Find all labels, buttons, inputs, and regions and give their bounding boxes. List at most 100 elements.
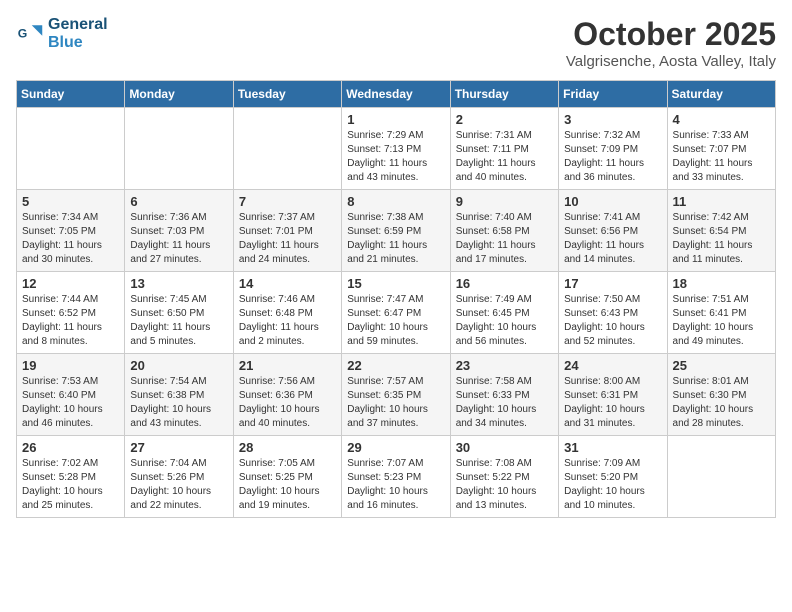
day-info: Sunrise: 7:49 AM Sunset: 6:45 PM Dayligh… — [456, 293, 553, 349]
day-info: Sunrise: 7:08 AM Sunset: 5:22 PM Dayligh… — [456, 457, 553, 513]
calendar-table: Sunday Monday Tuesday Wednesday Thursday… — [16, 80, 776, 518]
day-info: Sunrise: 7:33 AM Sunset: 7:07 PM Dayligh… — [673, 129, 770, 185]
calendar-cell: 23 Sunrise: 7:58 AM Sunset: 6:33 PM Dayli… — [450, 354, 558, 436]
day-info: Sunrise: 7:36 AM Sunset: 7:03 PM Dayligh… — [130, 211, 227, 267]
calendar-cell: 10 Sunrise: 7:41 AM Sunset: 6:56 PM Dayli… — [559, 190, 667, 272]
day-info: Sunrise: 7:50 AM Sunset: 6:43 PM Dayligh… — [564, 293, 661, 349]
calendar-week-3: 12Sunrise: 7:44 AM Sunset: 6:52 PM Dayli… — [17, 272, 776, 354]
calendar-cell: 17 Sunrise: 7:50 AM Sunset: 6:43 PM Dayli… — [559, 272, 667, 354]
calendar-cell — [125, 108, 233, 190]
day-number: 11 — [673, 194, 770, 209]
calendar-cell: 9 Sunrise: 7:40 AM Sunset: 6:58 PM Daylig… — [450, 190, 558, 272]
day-info: Sunrise: 7:04 AM Sunset: 5:26 PM Dayligh… — [130, 457, 227, 513]
calendar-cell: 14Sunrise: 7:46 AM Sunset: 6:48 PM Dayli… — [233, 272, 341, 354]
calendar-week-2: 5 Sunrise: 7:34 AM Sunset: 7:05 PM Daylig… — [17, 190, 776, 272]
day-number: 6 — [130, 194, 227, 209]
calendar-cell: 1 Sunrise: 7:29 AM Sunset: 7:13 PM Daylig… — [342, 108, 450, 190]
day-info: Sunrise: 7:31 AM Sunset: 7:11 PM Dayligh… — [456, 129, 553, 185]
page-header: G General Blue October 2025 Valgrisenche… — [16, 16, 776, 70]
day-number: 25 — [673, 358, 770, 373]
day-number: 22 — [347, 358, 444, 373]
logo-blue: Blue — [48, 34, 108, 52]
day-info: Sunrise: 7:09 AM Sunset: 5:20 PM Dayligh… — [564, 457, 661, 513]
day-info: Sunrise: 7:07 AM Sunset: 5:23 PM Dayligh… — [347, 457, 444, 513]
calendar-week-1: 1 Sunrise: 7:29 AM Sunset: 7:13 PM Daylig… — [17, 108, 776, 190]
day-info: Sunrise: 7:42 AM Sunset: 6:54 PM Dayligh… — [673, 211, 770, 267]
calendar-cell — [667, 436, 775, 518]
day-number: 24 — [564, 358, 661, 373]
day-info: Sunrise: 7:40 AM Sunset: 6:58 PM Dayligh… — [456, 211, 553, 267]
calendar-header: Sunday Monday Tuesday Wednesday Thursday… — [17, 81, 776, 108]
day-number: 20 — [130, 358, 227, 373]
calendar-cell: 7 Sunrise: 7:37 AM Sunset: 7:01 PM Daylig… — [233, 190, 341, 272]
month-title: October 2025 — [566, 16, 776, 53]
calendar-cell: 28 Sunrise: 7:05 AM Sunset: 5:25 PM Dayli… — [233, 436, 341, 518]
day-info: Sunrise: 7:34 AM Sunset: 7:05 PM Dayligh… — [22, 211, 119, 267]
calendar-cell: 15Sunrise: 7:47 AM Sunset: 6:47 PM Dayli… — [342, 272, 450, 354]
day-info: Sunrise: 7:02 AM Sunset: 5:28 PM Dayligh… — [22, 457, 119, 513]
col-monday: Monday — [125, 81, 233, 108]
calendar-body: 1 Sunrise: 7:29 AM Sunset: 7:13 PM Daylig… — [17, 108, 776, 518]
calendar-cell: 13Sunrise: 7:45 AM Sunset: 6:50 PM Dayli… — [125, 272, 233, 354]
title-block: October 2025 Valgrisenche, Aosta Valley,… — [566, 16, 776, 70]
day-number: 18 — [673, 276, 770, 291]
day-number: 28 — [239, 440, 336, 455]
day-info: Sunrise: 7:44 AM Sunset: 6:52 PM Dayligh… — [22, 293, 119, 349]
day-info: Sunrise: 7:56 AM Sunset: 6:36 PM Dayligh… — [239, 375, 336, 431]
calendar-cell: 12Sunrise: 7:44 AM Sunset: 6:52 PM Dayli… — [17, 272, 125, 354]
calendar-cell: 26 Sunrise: 7:02 AM Sunset: 5:28 PM Dayli… — [17, 436, 125, 518]
day-info: Sunrise: 7:05 AM Sunset: 5:25 PM Dayligh… — [239, 457, 336, 513]
day-number: 29 — [347, 440, 444, 455]
day-number: 3 — [564, 112, 661, 127]
calendar-cell: 20Sunrise: 7:54 AM Sunset: 6:38 PM Dayli… — [125, 354, 233, 436]
day-info: Sunrise: 7:38 AM Sunset: 6:59 PM Dayligh… — [347, 211, 444, 267]
calendar-cell — [233, 108, 341, 190]
day-number: 16 — [456, 276, 553, 291]
day-number: 15 — [347, 276, 444, 291]
day-number: 9 — [456, 194, 553, 209]
col-thursday: Thursday — [450, 81, 558, 108]
calendar-cell: 6 Sunrise: 7:36 AM Sunset: 7:03 PM Daylig… — [125, 190, 233, 272]
calendar-cell: 8Sunrise: 7:38 AM Sunset: 6:59 PM Daylig… — [342, 190, 450, 272]
day-info: Sunrise: 8:01 AM Sunset: 6:30 PM Dayligh… — [673, 375, 770, 431]
day-info: Sunrise: 7:58 AM Sunset: 6:33 PM Dayligh… — [456, 375, 553, 431]
calendar-cell: 2 Sunrise: 7:31 AM Sunset: 7:11 PM Daylig… — [450, 108, 558, 190]
day-number: 10 — [564, 194, 661, 209]
day-info: Sunrise: 7:51 AM Sunset: 6:41 PM Dayligh… — [673, 293, 770, 349]
day-number: 30 — [456, 440, 553, 455]
calendar-cell: 11 Sunrise: 7:42 AM Sunset: 6:54 PM Dayli… — [667, 190, 775, 272]
calendar-cell: 27 Sunrise: 7:04 AM Sunset: 5:26 PM Dayli… — [125, 436, 233, 518]
day-number: 14 — [239, 276, 336, 291]
day-number: 21 — [239, 358, 336, 373]
day-number: 31 — [564, 440, 661, 455]
calendar-cell: 21 Sunrise: 7:56 AM Sunset: 6:36 PM Dayli… — [233, 354, 341, 436]
day-info: Sunrise: 7:41 AM Sunset: 6:56 PM Dayligh… — [564, 211, 661, 267]
calendar-cell: 3Sunrise: 7:32 AM Sunset: 7:09 PM Daylig… — [559, 108, 667, 190]
day-info: Sunrise: 7:37 AM Sunset: 7:01 PM Dayligh… — [239, 211, 336, 267]
day-info: Sunrise: 7:29 AM Sunset: 7:13 PM Dayligh… — [347, 129, 444, 185]
day-number: 1 — [347, 112, 444, 127]
logo-icon: G — [16, 20, 44, 48]
day-number: 23 — [456, 358, 553, 373]
calendar-cell: 16 Sunrise: 7:49 AM Sunset: 6:45 PM Dayli… — [450, 272, 558, 354]
calendar-week-5: 26 Sunrise: 7:02 AM Sunset: 5:28 PM Dayli… — [17, 436, 776, 518]
svg-text:G: G — [18, 26, 28, 40]
day-number: 26 — [22, 440, 119, 455]
day-number: 17 — [564, 276, 661, 291]
day-number: 7 — [239, 194, 336, 209]
day-number: 5 — [22, 194, 119, 209]
logo: G General Blue — [16, 16, 108, 51]
col-wednesday: Wednesday — [342, 81, 450, 108]
calendar-cell: 19Sunrise: 7:53 AM Sunset: 6:40 PM Dayli… — [17, 354, 125, 436]
calendar-cell: 29 Sunrise: 7:07 AM Sunset: 5:23 PM Dayli… — [342, 436, 450, 518]
day-number: 27 — [130, 440, 227, 455]
calendar-cell: 22 Sunrise: 7:57 AM Sunset: 6:35 PM Dayli… — [342, 354, 450, 436]
day-number: 19 — [22, 358, 119, 373]
day-number: 13 — [130, 276, 227, 291]
col-tuesday: Tuesday — [233, 81, 341, 108]
col-friday: Friday — [559, 81, 667, 108]
day-number: 2 — [456, 112, 553, 127]
day-info: Sunrise: 7:57 AM Sunset: 6:35 PM Dayligh… — [347, 375, 444, 431]
day-number: 4 — [673, 112, 770, 127]
location: Valgrisenche, Aosta Valley, Italy — [566, 53, 776, 70]
